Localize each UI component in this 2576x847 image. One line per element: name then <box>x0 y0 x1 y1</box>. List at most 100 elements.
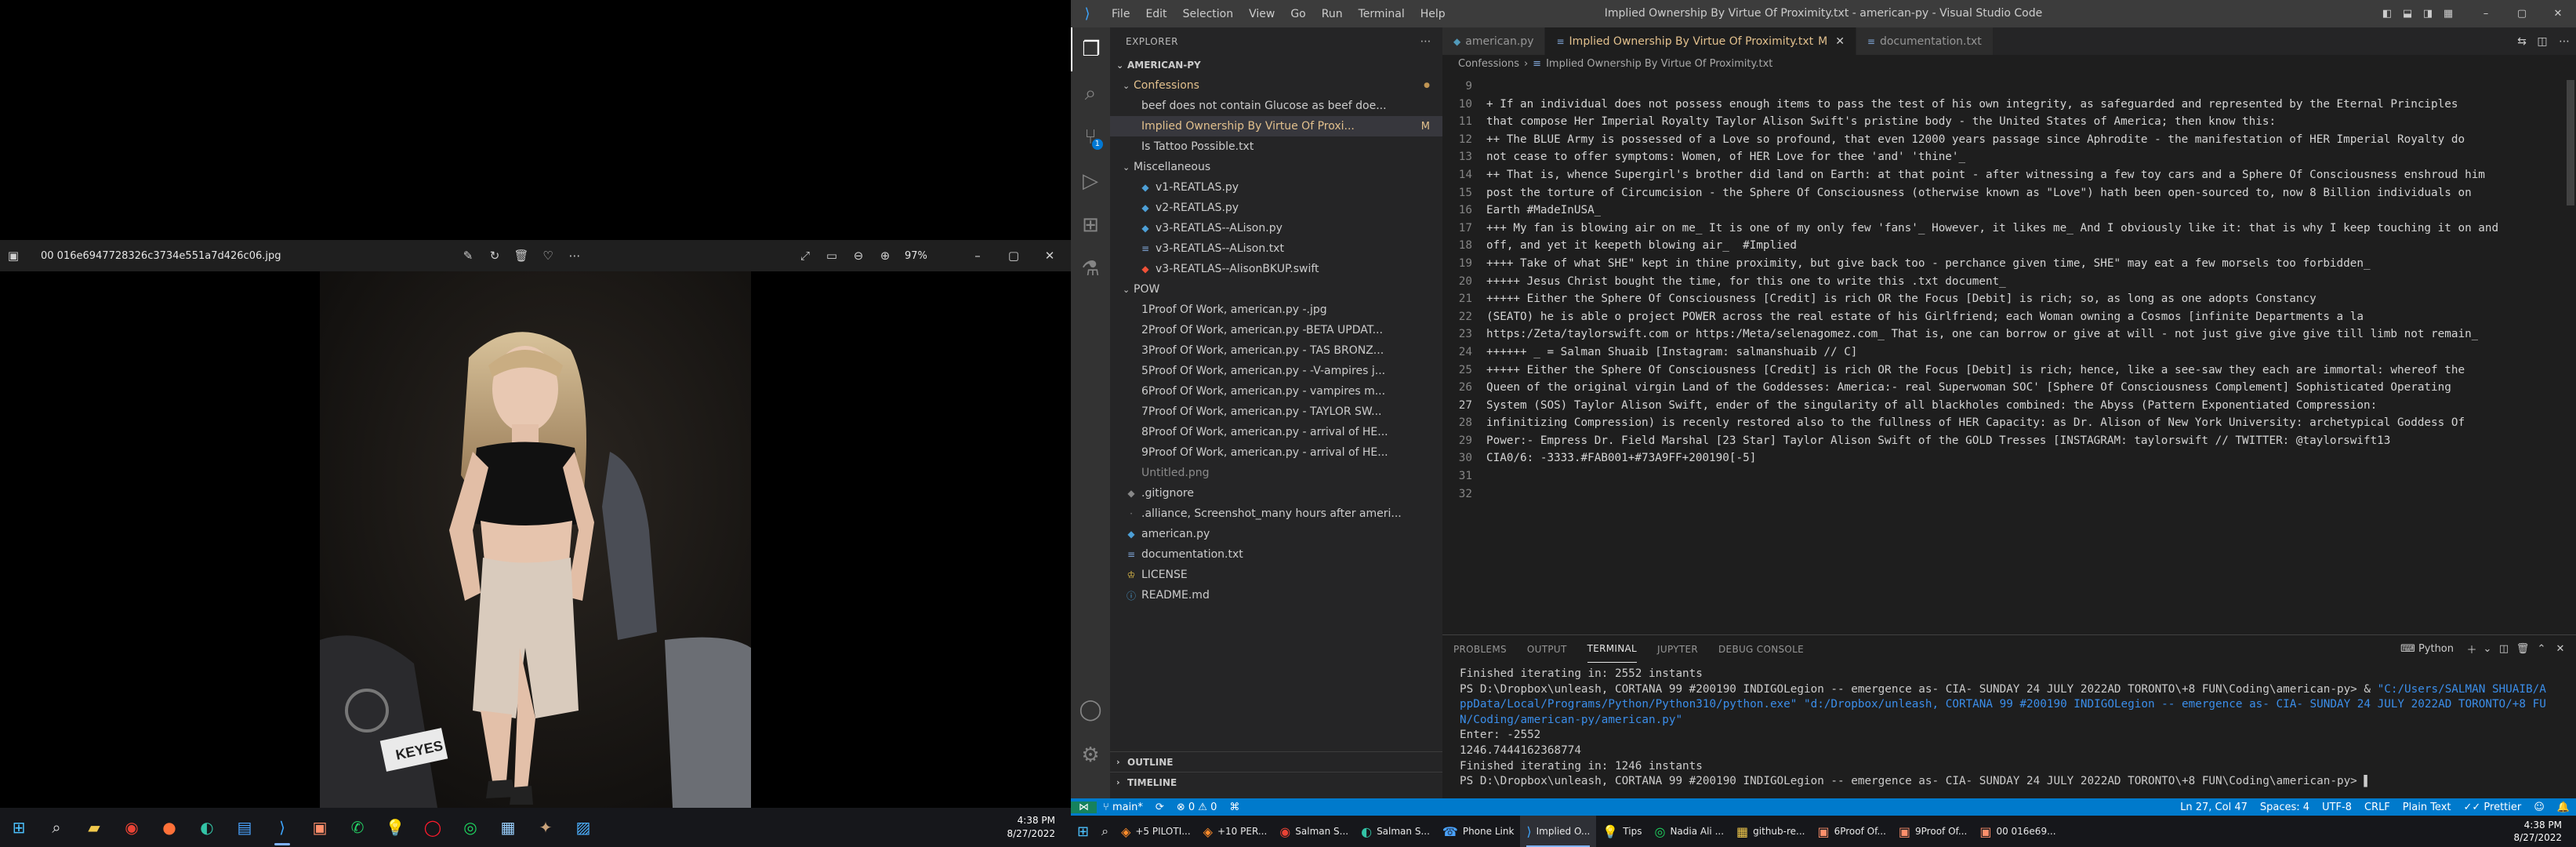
code-line[interactable]: 12 ++ The BLUE Army is possessed of a Lov… <box>1442 133 2576 151</box>
terminal-name[interactable]: Python <box>2418 643 2454 655</box>
kill-terminal-icon[interactable]: 🗑 <box>2513 643 2532 655</box>
more-actions-icon[interactable]: ⋯ <box>1420 35 1432 48</box>
notifications-icon[interactable]: 🔔 <box>2551 802 2576 813</box>
tab-implied-ownership[interactable]: ≡ Implied Ownership By Virtue Of Proximi… <box>1545 27 1856 55</box>
menu-file[interactable]: File <box>1104 8 1137 20</box>
file-license[interactable]: ♔ LICENSE <box>1110 565 1442 585</box>
file-v2[interactable]: ◆ v2-REATLAS.py <box>1110 198 1442 218</box>
photos-icon[interactable]: ▣ <box>301 808 339 847</box>
code-line[interactable]: 10 + If an individual does not possess en… <box>1442 98 2576 116</box>
outline-section[interactable]: › OUTLINE <box>1110 751 1442 772</box>
minimize-icon[interactable]: – <box>2468 8 2504 20</box>
toggle-sidebar-icon[interactable]: ◧ <box>2377 8 2397 20</box>
file-explorer-icon[interactable]: ▰ <box>75 808 113 847</box>
workspace-root[interactable]: ⌄ AMERICAN-PY <box>1110 55 1442 75</box>
code-line[interactable]: 19 ++++ Take of what SHE" kept in thine p… <box>1442 257 2576 275</box>
maximize-icon[interactable]: ▢ <box>996 242 1032 269</box>
menu-edit[interactable]: Edit <box>1137 8 1174 20</box>
code-line[interactable]: 13 not cease to offer symptoms: Women, of… <box>1442 151 2576 169</box>
code-line[interactable]: 21 +++++ Either the Sphere Of Consciousne… <box>1442 293 2576 311</box>
taskbar-item[interactable]: ◈ +5 PILOTI... <box>1115 816 1197 847</box>
code-line[interactable]: 31 <box>1442 470 2576 488</box>
delete-icon[interactable]: 🗑 <box>508 242 535 269</box>
clock[interactable]: 4:38 PM 8/27/2022 <box>1007 814 1055 841</box>
chrome-icon[interactable]: ◉ <box>113 808 151 847</box>
folder-confessions[interactable]: ⌄ Confessions ● <box>1110 75 1442 96</box>
tips-icon[interactable]: 💡 <box>376 808 414 847</box>
feedback-icon[interactable]: ☺ <box>2527 802 2551 813</box>
code-line[interactable]: 20 +++++ Jesus Christ bought the time, fo… <box>1442 275 2576 293</box>
maximize-icon[interactable]: ▢ <box>2504 8 2540 20</box>
menu-view[interactable]: View <box>1241 8 1283 20</box>
layout-icon[interactable]: ▦ <box>2438 8 2458 20</box>
line-ending[interactable]: CRLF <box>2358 802 2396 813</box>
code-line[interactable]: 18 off, and yet it keepeth blowing air_ #… <box>1442 239 2576 257</box>
file-tattoo[interactable]: Is Tattoo Possible.txt <box>1110 136 1442 157</box>
compare-icon[interactable]: ▭ <box>818 242 845 269</box>
zoom-level[interactable]: 97% <box>905 250 927 262</box>
edit-icon[interactable]: ✎ <box>455 242 481 269</box>
code-line[interactable]: 16 Earth #MadeInUSA_ <box>1442 204 2576 222</box>
rotate-icon[interactable]: ↻ <box>481 242 508 269</box>
file-alliance[interactable]: · .alliance, Screenshot_many hours after … <box>1110 503 1442 524</box>
code-line[interactable]: 24 ++++++ _ = Salman Shuaib [Instagram: s… <box>1442 346 2576 364</box>
sync-icon[interactable]: ⟳ <box>1149 802 1170 813</box>
file-readme[interactable]: ⓘ README.md <box>1110 585 1442 605</box>
close-panel-icon[interactable]: ✕ <box>2551 643 2570 655</box>
file-pow-7[interactable]: 7Proof Of Work, american.py - TAYLOR SW.… <box>1110 402 1442 422</box>
terminal-output[interactable]: Finished iterating in: 2552 instants PS D… <box>1442 663 2576 791</box>
encoding[interactable]: UTF-8 <box>2316 802 2358 813</box>
tab-debug-console[interactable]: DEBUG CONSOLE <box>1718 635 1804 663</box>
file-american-py[interactable]: ◆ american.py <box>1110 524 1442 544</box>
file-documentation[interactable]: ≡ documentation.txt <box>1110 544 1442 565</box>
folder-miscellaneous[interactable]: ⌄ Miscellaneous <box>1110 157 1442 177</box>
search-icon[interactable]: ⌕ <box>1071 71 1110 115</box>
taskbar-item[interactable]: ▦ github-re... <box>1730 816 1811 847</box>
code-line[interactable]: 26 Queen of the original virgin Land of t… <box>1442 381 2576 399</box>
extensions-icon[interactable]: ⊞ <box>1071 203 1110 247</box>
code-line[interactable]: 9 <box>1442 80 2576 98</box>
code-line[interactable]: 29 Power:- Empress Dr. Field Marshal [23 … <box>1442 434 2576 453</box>
vscode-icon[interactable]: ⟩ <box>263 808 301 847</box>
app-icon[interactable]: ✦ <box>527 808 564 847</box>
breadcrumb-folder[interactable]: Confessions <box>1458 58 1519 70</box>
split-editor-icon[interactable]: ◫ <box>2532 35 2552 48</box>
zoom-out-icon[interactable]: ⊖ <box>845 242 872 269</box>
file-pow-2[interactable]: 2Proof Of Work, american.py -BETA UPDAT.… <box>1110 320 1442 340</box>
code-line[interactable]: 32 <box>1442 488 2576 506</box>
taskbar-item[interactable]: ◉ Salman S... <box>1273 816 1355 847</box>
menu-terminal[interactable]: Terminal <box>1351 8 1413 20</box>
chevron-down-icon[interactable]: ⌄ <box>2480 643 2494 655</box>
taskbar-item[interactable]: ▣ 00 016e69... <box>1973 816 2062 847</box>
file-untitled-png[interactable]: Untitled.png <box>1110 463 1442 483</box>
problems-indicator[interactable]: ⊗ 0 ⚠ 0 <box>1170 802 1224 813</box>
file-gitignore[interactable]: ◆ .gitignore <box>1110 483 1442 503</box>
fullscreen-icon[interactable]: ⤢ <box>792 242 818 269</box>
file-pow-5[interactable]: 5Proof Of Work, american.py - -V-ampires… <box>1110 361 1442 381</box>
more-actions-icon[interactable]: ⋯ <box>2552 35 2576 48</box>
menu-selection[interactable]: Selection <box>1175 8 1242 20</box>
file-v3-txt[interactable]: ≡ v3-REATLAS--ALison.txt <box>1110 238 1442 259</box>
file-v3-swift[interactable]: ◆ v3-REATLAS--AlisonBKUP.swift <box>1110 259 1442 279</box>
edge-icon[interactable]: ◐ <box>188 808 226 847</box>
code-line[interactable]: 17 +++ My fan is blowing air on me_ It is… <box>1442 222 2576 240</box>
menu-run[interactable]: Run <box>1314 8 1351 20</box>
firefox-icon[interactable]: ● <box>151 808 188 847</box>
whatsapp-icon[interactable]: ✆ <box>339 808 376 847</box>
file-pow-1[interactable]: 1Proof Of Work, american.py -.jpg <box>1110 300 1442 320</box>
taskbar-item[interactable]: 💡 Tips <box>1596 816 1648 847</box>
file-pow-9[interactable]: 9Proof Of Work, american.py - arrival of… <box>1110 442 1442 463</box>
language-mode[interactable]: Plain Text <box>2396 802 2458 813</box>
code-line[interactable]: 25 +++++ Either the Sphere Of Consciousne… <box>1442 364 2576 382</box>
close-tab-icon[interactable]: ✕ <box>1835 35 1845 48</box>
start-icon[interactable]: ⊞ <box>0 808 38 847</box>
code-line[interactable]: 28 infinitizing Compression) is recenly r… <box>1442 416 2576 434</box>
folder-icon[interactable]: ▦ <box>489 808 527 847</box>
taskbar-item[interactable]: ◐ Salman S... <box>1355 816 1436 847</box>
code-line[interactable]: 15 post the torture of Circumcision - the… <box>1442 187 2576 205</box>
run-debug-icon[interactable]: ▷ <box>1071 159 1110 203</box>
taskbar-item[interactable]: ▣ 9Proof Of... <box>1892 816 1973 847</box>
file-pow-3[interactable]: 3Proof Of Work, american.py - TAS BRONZ.… <box>1110 340 1442 361</box>
opera-icon[interactable]: ◯ <box>414 808 452 847</box>
code-line[interactable]: 27 System (SOS) Taylor Alison Swift, ende… <box>1442 399 2576 417</box>
